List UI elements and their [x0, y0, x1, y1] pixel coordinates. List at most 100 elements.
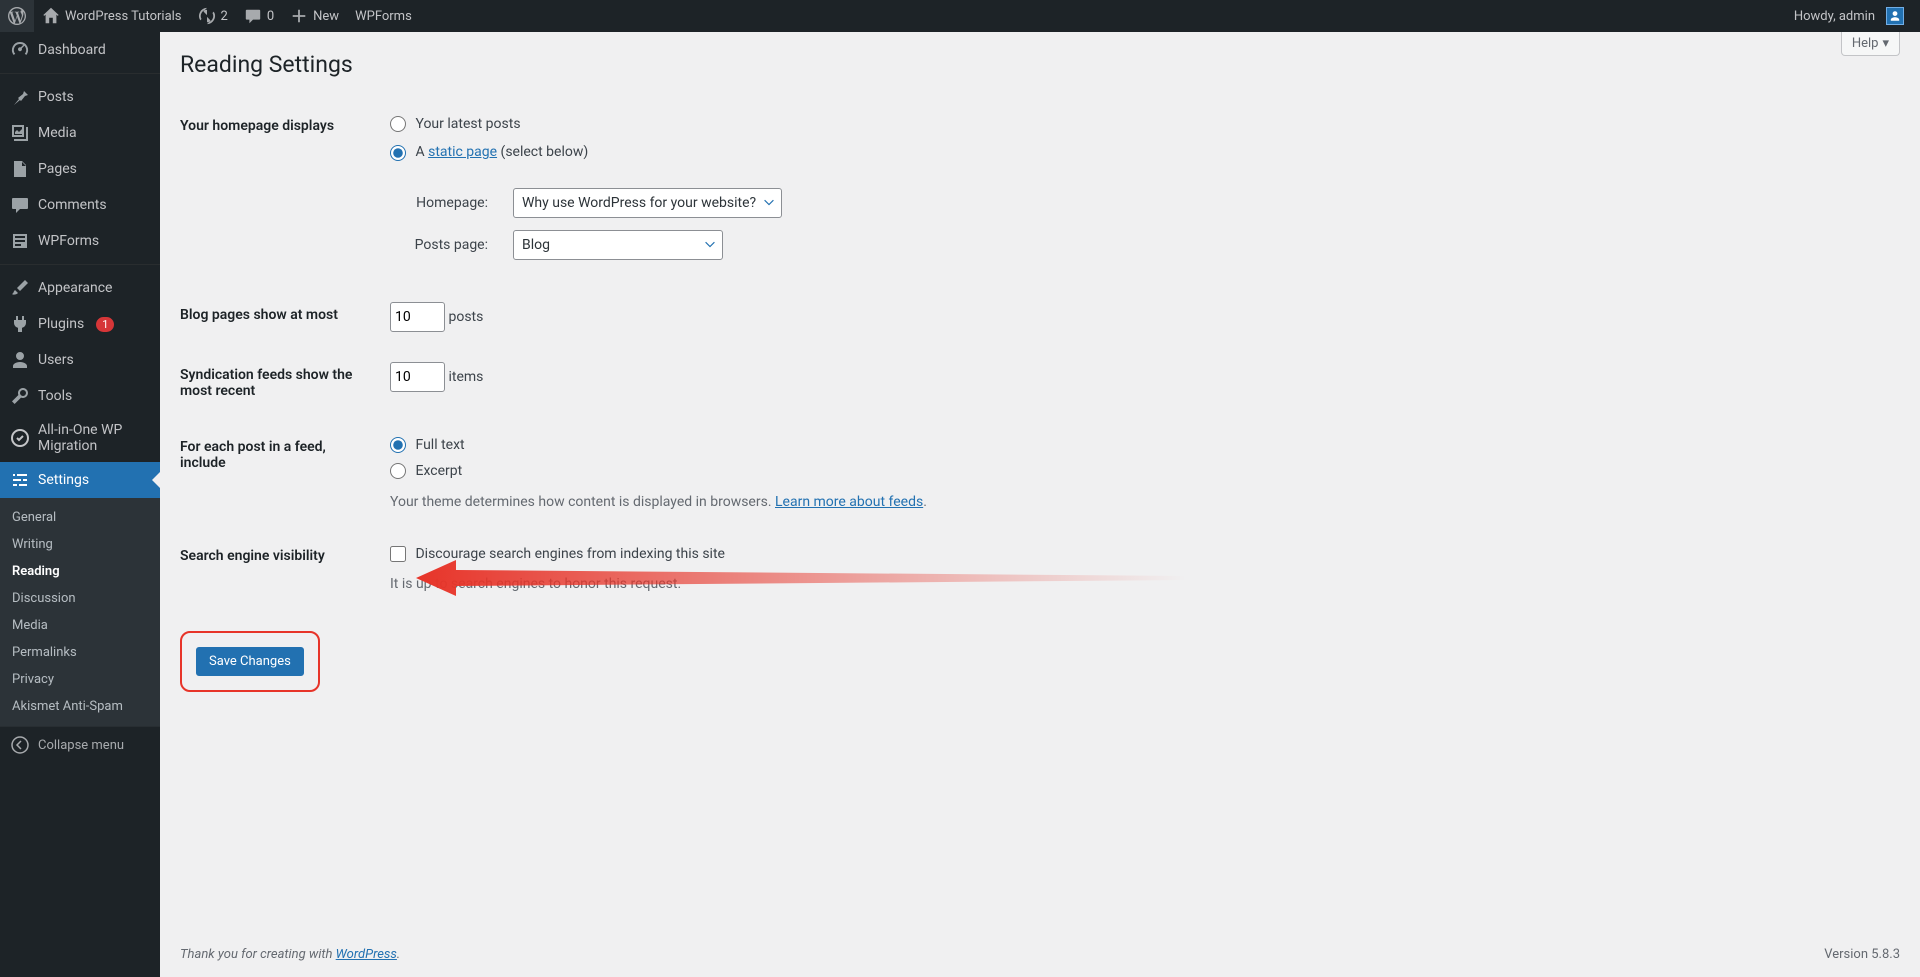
- nav-settings[interactable]: Settings: [0, 462, 160, 498]
- nav-label: All-in-One WP Migration: [38, 422, 150, 454]
- nav-label: Users: [38, 352, 74, 368]
- search-checkbox-label: Discourage search engines from indexing …: [415, 546, 724, 562]
- syndication-suffix: items: [448, 369, 483, 385]
- nav-appearance[interactable]: Appearance: [0, 270, 160, 306]
- feed-desc-prefix: Your theme determines how content is dis…: [390, 494, 775, 510]
- postspage-select[interactable]: Blog: [513, 230, 723, 260]
- admin-topbar: WordPress Tutorials 2 0 New WPForms Howd…: [0, 0, 1920, 32]
- comments-link[interactable]: 0: [236, 0, 282, 32]
- nav-tools[interactable]: Tools: [0, 378, 160, 414]
- blogpages-input[interactable]: [390, 302, 445, 332]
- opt-static-page[interactable]: A static page (select below): [390, 144, 588, 160]
- form-icon: [10, 231, 30, 251]
- nav-label: Appearance: [38, 280, 112, 296]
- nav-label: Comments: [38, 197, 107, 213]
- submenu-media[interactable]: Media: [0, 612, 160, 639]
- feed-label: For each post in a feed, include: [180, 419, 380, 528]
- syndication-label: Syndication feeds show the most recent: [180, 347, 380, 419]
- postspage-select-label: Posts page:: [408, 234, 498, 256]
- homepage-select-label: Homepage:: [408, 192, 498, 214]
- new-link[interactable]: New: [282, 0, 347, 32]
- nav-pages[interactable]: Pages: [0, 151, 160, 187]
- nav-users[interactable]: Users: [0, 342, 160, 378]
- nav-label: Posts: [38, 89, 74, 105]
- version-label: Version 5.8.3: [1824, 947, 1900, 962]
- static-page-link[interactable]: static page: [428, 144, 497, 160]
- nav-comments[interactable]: Comments: [0, 187, 160, 223]
- help-label: Help: [1852, 36, 1879, 51]
- comment-icon: [10, 195, 30, 215]
- collapse-icon: [10, 735, 30, 755]
- main-content: Help ▾ Reading Settings Your homepage di…: [160, 32, 1920, 977]
- nav-plugins[interactable]: Plugins 1: [0, 306, 160, 342]
- search-label: Search engine visibility: [180, 528, 380, 611]
- update-badge: 1: [96, 317, 114, 332]
- nav-label: Tools: [38, 388, 72, 404]
- submenu-privacy[interactable]: Privacy: [0, 666, 160, 693]
- dashboard-icon: [10, 40, 30, 60]
- search-checkbox[interactable]: [390, 546, 406, 562]
- plus-icon: [290, 7, 308, 25]
- syndication-input[interactable]: [390, 362, 445, 392]
- nav-label: Pages: [38, 161, 77, 177]
- admin-sidebar: Dashboard Posts Media Pages Comments WPF…: [0, 32, 160, 977]
- opt-latest-label: Your latest posts: [415, 116, 520, 132]
- nav-migration[interactable]: All-in-One WP Migration: [0, 414, 160, 462]
- search-desc: It is up to search engines to honor this…: [390, 573, 1890, 595]
- submenu-reading[interactable]: Reading: [0, 558, 160, 585]
- submenu-permalinks[interactable]: Permalinks: [0, 639, 160, 666]
- migrate-icon: [10, 428, 30, 448]
- feed-full-label: Full text: [415, 437, 464, 453]
- help-tab[interactable]: Help ▾: [1841, 32, 1900, 56]
- wp-logo[interactable]: [0, 0, 34, 32]
- submenu-discussion[interactable]: Discussion: [0, 585, 160, 612]
- feed-learn-link[interactable]: Learn more about feeds: [775, 494, 923, 510]
- new-label: New: [313, 9, 339, 24]
- nav-dashboard[interactable]: Dashboard: [0, 32, 160, 68]
- comment-icon: [244, 7, 262, 25]
- search-checkbox-option[interactable]: Discourage search engines from indexing …: [390, 546, 725, 562]
- updates-link[interactable]: 2: [190, 0, 236, 32]
- nav-wpforms[interactable]: WPForms: [0, 223, 160, 259]
- nav-label: Dashboard: [38, 42, 106, 58]
- nav-posts[interactable]: Posts: [0, 79, 160, 115]
- feed-excerpt-option[interactable]: Excerpt: [390, 463, 462, 479]
- howdy-label: Howdy, admin: [1794, 9, 1875, 24]
- brush-icon: [10, 278, 30, 298]
- radio-static-page[interactable]: [390, 145, 406, 161]
- page-icon: [10, 159, 30, 179]
- opt-static-suffix: (select below): [497, 144, 588, 160]
- pin-icon: [10, 87, 30, 107]
- wordpress-icon: [8, 7, 26, 25]
- feed-full-option[interactable]: Full text: [390, 437, 465, 453]
- nav-label: WPForms: [38, 233, 99, 249]
- radio-feed-excerpt[interactable]: [390, 463, 406, 479]
- nav-media[interactable]: Media: [0, 115, 160, 151]
- submenu-general[interactable]: General: [0, 504, 160, 531]
- radio-feed-full[interactable]: [390, 437, 406, 453]
- submenu-akismet[interactable]: Akismet Anti-Spam: [0, 693, 160, 720]
- comments-count: 0: [267, 9, 274, 24]
- blogpages-label: Blog pages show at most: [180, 287, 380, 347]
- nav-label: Media: [38, 125, 77, 141]
- collapse-menu[interactable]: Collapse menu: [0, 726, 160, 763]
- site-link[interactable]: WordPress Tutorials: [34, 0, 190, 32]
- nav-label: Plugins: [38, 316, 84, 332]
- submenu-writing[interactable]: Writing: [0, 531, 160, 558]
- radio-latest-posts[interactable]: [390, 116, 406, 132]
- footer-wp-link[interactable]: WordPress: [336, 947, 397, 962]
- collapse-label: Collapse menu: [38, 738, 124, 753]
- blogpages-suffix: posts: [448, 309, 483, 325]
- users-icon: [10, 350, 30, 370]
- homepage-select[interactable]: Why use WordPress for your website?: [513, 188, 782, 218]
- save-button[interactable]: Save Changes: [196, 647, 304, 676]
- account-link[interactable]: Howdy, admin: [1786, 0, 1912, 32]
- wrench-icon: [10, 386, 30, 406]
- media-icon: [10, 123, 30, 143]
- person-icon: [1889, 10, 1901, 22]
- opt-latest-posts[interactable]: Your latest posts: [390, 116, 521, 132]
- home-icon: [42, 7, 60, 25]
- wpforms-link[interactable]: WPForms: [347, 0, 420, 32]
- footer: Thank you for creating with WordPress. V…: [180, 947, 1900, 962]
- site-title-label: WordPress Tutorials: [65, 9, 182, 24]
